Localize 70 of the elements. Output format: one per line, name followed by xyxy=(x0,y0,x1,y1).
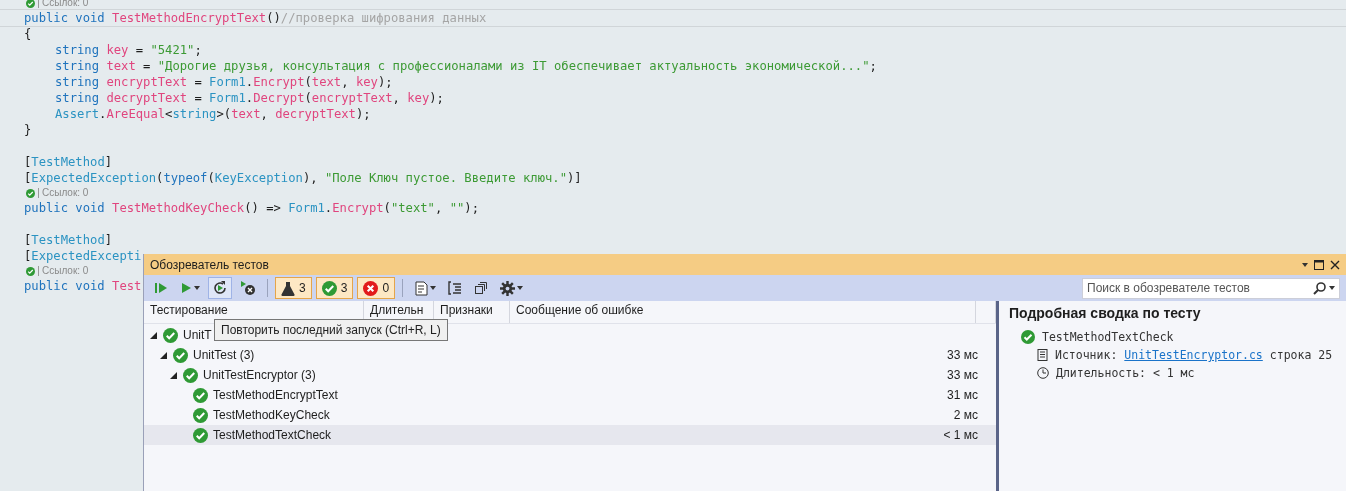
caret-icon[interactable] xyxy=(194,286,200,290)
code-line: string key = "5421"; xyxy=(55,42,202,58)
cancel-run-icon[interactable] xyxy=(240,280,256,296)
code-line: Assert.AreEqual<string>(text, decryptText); xyxy=(55,106,371,122)
passed-icon xyxy=(1021,330,1035,344)
document-icon xyxy=(1037,349,1048,361)
test-name[interactable]: TestMethodTextCheck xyxy=(213,428,332,442)
passed-icon xyxy=(173,347,188,363)
test-name: TestMethodTextCheck xyxy=(1042,330,1174,344)
passed-icon xyxy=(26,266,35,276)
test-duration: 2 мс xyxy=(953,408,979,422)
code-line: [TestMethod] xyxy=(24,154,113,170)
code-line: string text = "Дорогие друзья, консультация с профессионалами из IT обеспечивает актуальность экономической..."; xyxy=(55,58,877,74)
test-duration: 33 мс xyxy=(947,348,979,362)
duration-text: Длительность: < 1 мс xyxy=(1056,366,1195,380)
column-header[interactable]: Сообщение об ошибке xyxy=(510,301,976,323)
repeat-icon[interactable] xyxy=(212,280,228,296)
caret-icon[interactable] xyxy=(430,286,437,290)
details-heading: Подробная сводка по тесту xyxy=(1009,305,1202,321)
passed-icon xyxy=(193,407,208,423)
tooltip: Повторить последний запуск (Ctrl+R, L) xyxy=(214,319,448,341)
passed-icon xyxy=(163,327,178,343)
source-line: строка 25 xyxy=(1269,348,1333,362)
failed-icon xyxy=(363,280,379,296)
test-name[interactable]: UnitTest (3) xyxy=(193,348,255,362)
test-name[interactable]: UnitTestEncryptor (3) xyxy=(203,368,316,382)
clock-icon xyxy=(1037,367,1049,379)
test-name[interactable]: UnitT xyxy=(183,328,212,342)
playlist-icon[interactable] xyxy=(414,280,429,296)
code-line: [ExpectedExcepti xyxy=(24,248,142,264)
counter-filter[interactable]: 3 xyxy=(315,277,354,299)
copy-icon[interactable] xyxy=(474,281,489,295)
expanded-icon[interactable] xyxy=(160,351,167,359)
code-line: public void TestMethodEncryptText()//проверка шифрования данных xyxy=(24,10,487,26)
panel-title: Обозреватель тестов xyxy=(150,257,269,272)
counter-filter[interactable]: 0 xyxy=(357,277,396,299)
maximize-icon[interactable] xyxy=(1314,259,1324,270)
code-line: public void Test xyxy=(24,278,142,294)
counter-filter[interactable]: 3 xyxy=(275,277,312,299)
code-line: string decryptText = Form1.Decrypt(encryptText, key); xyxy=(55,90,444,106)
test-duration: 33 мс xyxy=(947,368,979,382)
search-icon[interactable] xyxy=(1313,281,1326,295)
search-field[interactable]: Поиск в обозревателе тестов xyxy=(1082,277,1340,299)
expanded-icon[interactable] xyxy=(170,371,177,379)
passed-icon xyxy=(193,387,208,403)
source-label: Источник: xyxy=(1055,348,1118,362)
passed-icon xyxy=(193,427,208,443)
passed-icon xyxy=(26,188,35,198)
source-link[interactable]: UnitTestEncryptor.cs xyxy=(1124,348,1263,362)
code-line: string encryptText = Form1.Encrypt(text, key); xyxy=(55,74,393,90)
test-duration: < 1 мс xyxy=(943,428,979,442)
group-icon[interactable] xyxy=(448,281,463,295)
code-line: public void TestMethodKeyCheck() => Form1.Encrypt("text", ""); xyxy=(24,200,479,216)
test-name[interactable]: TestMethodEncryptText xyxy=(213,388,338,402)
passed-icon xyxy=(183,367,198,383)
caret-icon[interactable] xyxy=(1329,286,1335,290)
code-line: } xyxy=(24,122,32,138)
caret-icon[interactable] xyxy=(1302,262,1308,267)
flask-icon xyxy=(281,280,295,296)
close-icon[interactable] xyxy=(1330,259,1340,270)
passed-icon xyxy=(26,0,35,8)
code-line: { xyxy=(24,26,32,42)
settings-icon[interactable] xyxy=(500,280,516,296)
code-line: [ExpectedException(typeof(KeyException), "Поле Ключ пустое. Введите ключ.")] xyxy=(24,170,582,186)
caret-icon[interactable] xyxy=(517,286,524,290)
passed-icon xyxy=(321,280,337,296)
code-line: [TestMethod] xyxy=(24,232,113,248)
expanded-icon[interactable] xyxy=(150,331,157,339)
test-duration: 31 мс xyxy=(947,388,979,402)
test-name[interactable]: TestMethodKeyCheck xyxy=(213,408,330,422)
